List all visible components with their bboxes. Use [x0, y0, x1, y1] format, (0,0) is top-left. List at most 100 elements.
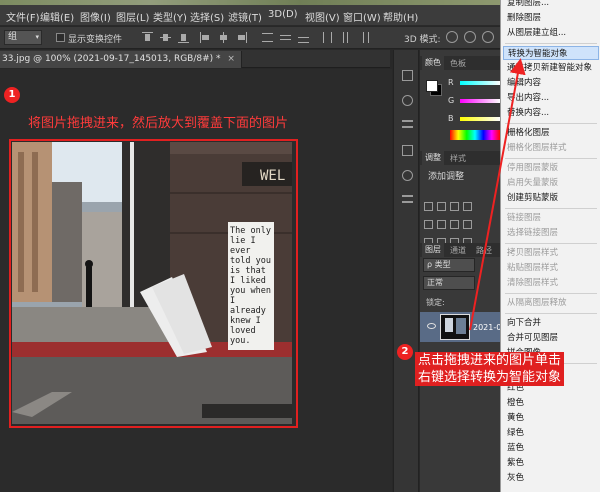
distribute-top-icon[interactable]	[262, 32, 273, 43]
context-menu-item[interactable]: 橙色	[507, 396, 599, 410]
step1-instruction: 将图片拖拽进来，然后放大到覆盖下面的图片	[28, 116, 289, 131]
info-icon[interactable]	[402, 95, 413, 106]
context-menu-item[interactable]: 替换内容...	[507, 106, 599, 120]
menu-separator	[505, 208, 597, 209]
tab-adjustments[interactable]: 调整	[422, 151, 444, 165]
menu-type[interactable]: 类型(Y)	[153, 9, 187, 24]
paragraph-icon[interactable]	[402, 120, 413, 128]
step1-badge: 1	[4, 87, 20, 103]
lock-label: 锁定:	[426, 298, 445, 307]
context-menu-item[interactable]: 紫色	[507, 456, 599, 470]
layer-filter-select[interactable]: ρ 类型	[423, 258, 475, 272]
context-menu-item[interactable]: 转换为智能对象	[503, 46, 599, 60]
character-icon[interactable]	[402, 195, 413, 203]
tab-channels[interactable]: 通道	[450, 245, 466, 256]
adjustment-icons-row-2	[424, 220, 500, 232]
layer-filter-value: ρ 类型	[427, 260, 451, 269]
context-menu-item[interactable]: 从图层建立组...	[507, 26, 599, 40]
menu-image[interactable]: 图像(I)	[80, 9, 111, 24]
menu-separator	[505, 293, 597, 294]
align-bottom-icon[interactable]	[178, 32, 189, 43]
blue-slider[interactable]	[460, 117, 500, 121]
add-adjustment-label: 添加调整	[428, 172, 465, 182]
blend-mode-select[interactable]: 正常	[423, 276, 475, 290]
menu-layer[interactable]: 图层(L)	[116, 9, 149, 24]
context-menu-item[interactable]: 删除图层	[507, 11, 599, 25]
color-spectrum-bar[interactable]	[450, 130, 500, 140]
color-panel-tabs: 颜色 色板	[420, 56, 500, 70]
tab-swatches[interactable]: 色板	[450, 58, 466, 69]
menu-file[interactable]: 文件(F)	[6, 9, 40, 24]
align-right-icon[interactable]	[236, 32, 247, 43]
distribute-left-icon[interactable]	[322, 32, 333, 43]
context-menu-item[interactable]: 合并可见图层	[507, 331, 599, 345]
show-transform-label: 显示变换控件	[68, 35, 123, 45]
3d-roll-icon[interactable]	[464, 31, 476, 43]
brightness-icon[interactable]	[424, 202, 433, 211]
context-menu-item[interactable]: 向下合并	[507, 316, 599, 330]
layer-row-selected[interactable]: 2021-09-1	[420, 312, 514, 342]
green-slider[interactable]	[460, 99, 500, 103]
context-menu-item[interactable]: 灰色	[507, 471, 599, 485]
menu-3d[interactable]: 3D(D)	[268, 9, 298, 20]
red-slider[interactable]	[460, 81, 500, 85]
document-tab[interactable]: 33.jpg @ 100% (2021-09-17_145013, RGB/8#…	[0, 51, 242, 68]
context-menu-item[interactable]: 通过拷贝新建智能对象	[507, 61, 599, 75]
clone-source-icon[interactable]	[402, 170, 413, 181]
tab-layers[interactable]: 图层	[422, 243, 444, 257]
menu-separator	[505, 158, 597, 159]
layer-thumbnail[interactable]	[440, 314, 470, 340]
menu-window[interactable]: 窗口(W)	[343, 9, 381, 24]
align-left-icon[interactable]	[200, 32, 211, 43]
distribute-bottom-icon[interactable]	[298, 32, 309, 43]
context-menu-item: 拷贝图层样式	[507, 248, 559, 258]
align-vcenter-icon[interactable]	[160, 32, 171, 43]
context-menu-item[interactable]: 编辑内容	[507, 76, 599, 90]
menu-separator	[505, 43, 597, 44]
align-hcenter-icon[interactable]	[218, 32, 229, 43]
exposure-icon[interactable]	[463, 202, 472, 211]
3d-rotate-icon[interactable]	[446, 31, 458, 43]
history-icon[interactable]	[402, 70, 413, 81]
context-menu-item: 栅格化图层样式	[507, 143, 567, 153]
auto-select-dropdown[interactable]: 组 ▾	[4, 30, 42, 45]
menu-select[interactable]: 选择(S)	[190, 9, 224, 24]
brush-preset-icon[interactable]	[402, 145, 413, 156]
3d-pan-icon[interactable]	[482, 31, 494, 43]
balance-icon[interactable]	[450, 220, 459, 229]
window-title-strip	[0, 0, 500, 5]
step2-instruction: 点击拖拽进来的图片单击 右键选择转换为智能对象	[415, 352, 565, 386]
step2-badge: 2	[397, 344, 413, 360]
vibrance-icon[interactable]	[424, 220, 433, 229]
context-menu-item[interactable]: 复制图层...	[507, 0, 599, 10]
menu-separator	[505, 313, 597, 314]
document-tab-title: 33.jpg @ 100% (2021-09-17_145013, RGB/8#…	[2, 54, 221, 64]
curves-icon[interactable]	[450, 202, 459, 211]
adjust-panel-tabs: 调整 样式	[420, 151, 500, 165]
context-menu-item[interactable]: 黄色	[507, 411, 599, 425]
hue-icon[interactable]	[437, 220, 446, 229]
distribute-vcenter-icon[interactable]	[280, 32, 291, 43]
context-menu-item[interactable]: 导出内容...	[507, 91, 599, 105]
distribute-right-icon[interactable]	[358, 32, 369, 43]
distribute-hcenter-icon[interactable]	[340, 32, 351, 43]
foreground-color-swatch[interactable]	[426, 80, 438, 92]
context-menu-item[interactable]: 栅格化图层	[507, 126, 599, 140]
levels-icon[interactable]	[437, 202, 446, 211]
tab-paths[interactable]: 路径	[476, 245, 492, 256]
menu-view[interactable]: 视图(V)	[305, 9, 340, 24]
bw-icon[interactable]	[463, 220, 472, 229]
context-menu-item[interactable]: 蓝色	[507, 441, 599, 455]
menu-edit[interactable]: 编辑(E)	[40, 9, 74, 24]
tab-color[interactable]: 颜色	[422, 56, 444, 70]
context-menu-item[interactable]: 绿色	[507, 426, 599, 440]
close-icon[interactable]: ×	[227, 54, 235, 64]
step2-line2: 右键选择转换为智能对象	[415, 369, 565, 386]
menu-help[interactable]: 帮助(H)	[383, 9, 418, 24]
eye-icon[interactable]	[427, 323, 436, 329]
align-top-icon[interactable]	[142, 32, 153, 43]
tab-styles[interactable]: 样式	[450, 153, 466, 164]
menu-filter[interactable]: 滤镜(T)	[228, 9, 262, 24]
show-transform-checkbox[interactable]	[56, 33, 65, 42]
context-menu-item[interactable]: 创建剪贴蒙版	[507, 191, 599, 205]
